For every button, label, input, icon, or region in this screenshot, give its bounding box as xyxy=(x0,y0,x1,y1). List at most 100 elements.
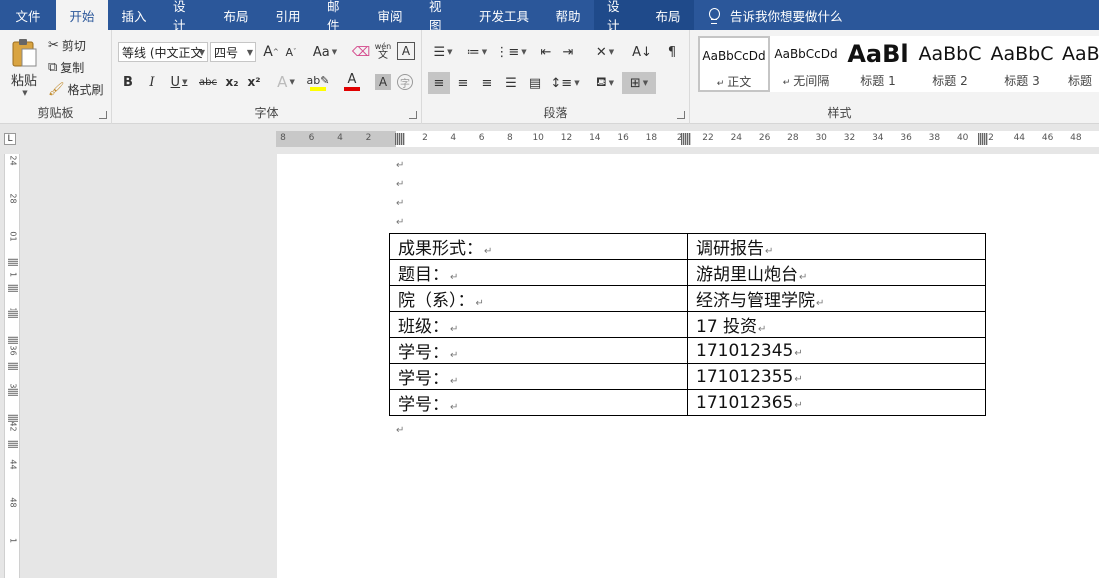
superscript-button[interactable]: x² xyxy=(244,72,264,92)
grow-font-icon: A xyxy=(263,44,273,60)
copy-button[interactable]: ⧉ 复制 xyxy=(48,58,84,76)
table-label-cell[interactable]: 班级：↵ xyxy=(389,311,688,338)
tab-home[interactable]: 开始 xyxy=(56,0,108,30)
borders-button[interactable]: ⊞ ▼ xyxy=(622,72,656,94)
table-value-cell[interactable]: 171012355↵ xyxy=(687,363,986,390)
underline-button[interactable]: U ▼ xyxy=(166,72,192,92)
tab-layout[interactable]: 布局 xyxy=(210,0,262,30)
tab-review[interactable]: 审阅 xyxy=(364,0,416,30)
asian-layout-button[interactable]: ✕ ▼ xyxy=(590,42,620,62)
table-label-cell[interactable]: 学号：↵ xyxy=(389,337,688,364)
shading-button[interactable]: ⛾ ▼ xyxy=(590,72,620,94)
cut-button[interactable]: ✂ 剪切 xyxy=(48,36,86,54)
font-name-combo[interactable]: 等线 (中文正文 ▼ xyxy=(118,42,208,62)
distributed-button[interactable]: ▤ xyxy=(524,72,546,94)
table-label-cell[interactable]: 成果形式：↵ xyxy=(389,233,688,260)
font-launcher-icon[interactable] xyxy=(409,111,417,119)
bold-button[interactable]: B xyxy=(118,72,138,92)
row-height-marker[interactable] xyxy=(8,284,18,292)
row-height-marker[interactable] xyxy=(8,440,18,448)
cell-text: 成果形式： xyxy=(398,239,483,259)
sort-button[interactable]: A↓ xyxy=(632,42,652,62)
phonetic-guide-button[interactable]: wén 文 xyxy=(374,40,392,62)
table-value-cell[interactable]: 171012345↵ xyxy=(687,337,986,364)
numbering-button[interactable]: ≔ ▼ xyxy=(462,42,492,62)
tab-insert[interactable]: 插入 xyxy=(108,0,160,30)
row-height-marker[interactable] xyxy=(8,310,18,318)
tab-design[interactable]: 设计 xyxy=(160,0,210,33)
multilevel-list-button[interactable]: ⋮≡ ▼ xyxy=(495,42,526,62)
increase-indent-button[interactable]: ⇥ xyxy=(558,42,578,62)
table-label-cell[interactable]: 题目：↵ xyxy=(389,259,688,286)
cell-text: 学号： xyxy=(398,395,449,415)
grow-font-button[interactable]: A ^ xyxy=(262,42,280,62)
show-marks-button[interactable]: ¶ xyxy=(662,42,682,62)
style-heading-2[interactable]: AaBbC 标题 2 xyxy=(914,36,986,92)
row-height-marker[interactable] xyxy=(8,414,18,422)
ruler-tick-label: 6 xyxy=(478,133,485,143)
table-value-cell[interactable]: 调研报告↵ xyxy=(687,233,986,260)
align-left-button[interactable]: ≡ xyxy=(428,72,450,94)
align-right-button[interactable]: ≡ xyxy=(476,72,498,94)
decrease-indent-button[interactable]: ⇤ xyxy=(536,42,556,62)
column-marker[interactable] xyxy=(681,133,691,145)
bullets-button[interactable]: ☰ ▼ xyxy=(428,42,458,62)
tab-file[interactable]: 文件 xyxy=(0,0,56,30)
table-label-cell[interactable]: 院（系）：↵ xyxy=(389,285,688,312)
paste-button[interactable]: 粘贴 ▼ xyxy=(6,36,42,98)
row-height-marker[interactable] xyxy=(8,362,18,370)
tab-table-design[interactable]: 设计 xyxy=(594,0,642,33)
left-indent-marker[interactable] xyxy=(395,133,405,145)
tab-references[interactable]: 引用 xyxy=(262,0,314,30)
style-title[interactable]: AaBl 标题 xyxy=(1058,36,1099,92)
table-value-cell[interactable]: 游胡里山炮台↵ xyxy=(687,259,986,286)
shrink-font-button[interactable]: Aˇ xyxy=(282,42,300,62)
ruler-tick-label: 44 xyxy=(8,459,18,470)
character-border-button[interactable]: A xyxy=(397,42,415,60)
table-value-cell[interactable]: 171012365↵ xyxy=(687,389,986,416)
style-no-spacing[interactable]: AaBbCcDd ↵ 无间隔 xyxy=(770,36,842,92)
highlight-button[interactable]: ab✎ xyxy=(304,70,332,94)
align-center-button[interactable]: ≡ xyxy=(452,72,474,94)
format-painter-button[interactable]: 🖌 格式刷 xyxy=(48,80,104,98)
paste-dropdown-icon[interactable]: ▼ xyxy=(22,89,27,97)
cell-end-mark: ↵ xyxy=(450,272,459,283)
style-normal[interactable]: AaBbCcDd ↵ 正文 xyxy=(698,36,770,92)
enclose-characters-button[interactable]: 字 xyxy=(397,74,413,90)
italic-button[interactable]: I xyxy=(142,72,162,92)
character-shading-button[interactable]: A xyxy=(375,74,391,90)
tab-table-layout[interactable]: 布局 xyxy=(642,0,694,30)
paragraph-launcher-icon[interactable] xyxy=(677,111,685,119)
table-value-cell[interactable]: 17 投资↵ xyxy=(687,311,986,338)
line-spacing-button[interactable]: ↕≡ ▼ xyxy=(550,72,580,94)
vertical-ruler[interactable]: 24280111336384244481 xyxy=(4,154,20,578)
horizontal-ruler-bar[interactable]: 8 6 4 2 2 4 6 8 10 12 14 16 18 2 22 24 26 28 30 32 34 36 38 40 2… xyxy=(276,131,1099,147)
document-page[interactable]: ↵ ↵ ↵ ↵ 成果形式：↵ 调研报告↵ 题目：↵ 游胡里山炮台↵ 院（系）：↵ 经济与管… xyxy=(277,154,1099,578)
strikethrough-button[interactable]: abc xyxy=(196,72,220,92)
tab-selector-icon[interactable]: L xyxy=(4,133,16,145)
tab-help[interactable]: 帮助 xyxy=(542,0,594,30)
justify-button[interactable]: ☰ xyxy=(500,72,522,94)
cell-end-mark: ↵ xyxy=(758,324,767,335)
table-value-cell[interactable]: 经济与管理学院↵ xyxy=(687,285,986,312)
tab-view[interactable]: 视图 xyxy=(416,0,466,33)
font-color-button[interactable]: A xyxy=(338,70,366,94)
tell-me-search[interactable]: 告诉我你想要做什么 xyxy=(694,0,843,30)
subscript-button[interactable]: x₂ xyxy=(222,72,242,92)
table-label-cell[interactable]: 学号：↵ xyxy=(389,363,688,390)
clear-formatting-button[interactable]: ⌫ xyxy=(352,42,370,62)
text-effects-button[interactable]: A ▼ xyxy=(274,72,298,92)
change-case-button[interactable]: Aa ▼ xyxy=(310,42,340,62)
row-height-marker[interactable] xyxy=(8,258,18,266)
row-height-marker[interactable] xyxy=(8,388,18,396)
right-indent-marker[interactable] xyxy=(978,133,988,145)
tab-developer[interactable]: 开发工具 xyxy=(466,0,542,30)
style-heading-3[interactable]: AaBbC 标题 3 xyxy=(986,36,1058,92)
cell-text: 题目： xyxy=(398,265,449,285)
row-height-marker[interactable] xyxy=(8,336,18,344)
table-label-cell[interactable]: 学号：↵ xyxy=(389,389,688,416)
style-heading-1[interactable]: AaBl 标题 1 xyxy=(842,36,914,92)
clipboard-launcher-icon[interactable] xyxy=(99,111,107,119)
tab-mailings[interactable]: 邮件 xyxy=(314,0,364,33)
font-size-combo[interactable]: 四号 ▼ xyxy=(210,42,256,62)
